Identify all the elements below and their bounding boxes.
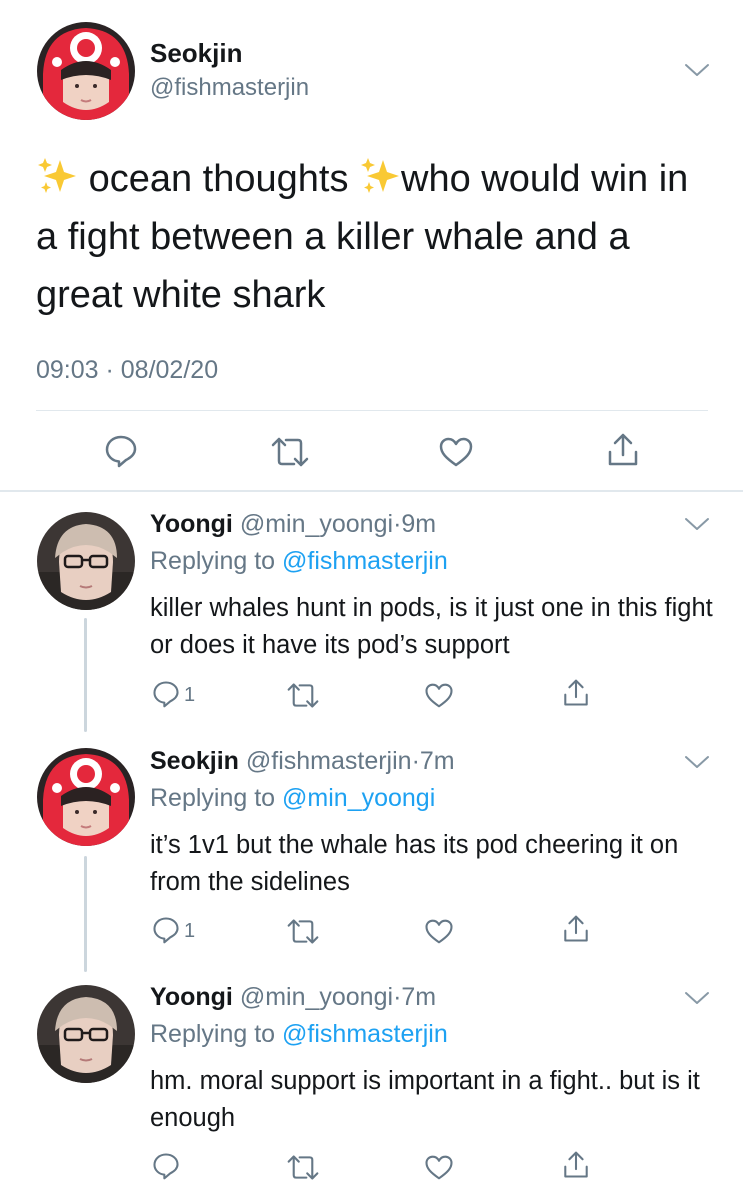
tweet-text-part1: ocean thoughts <box>88 158 349 200</box>
tweet-text: ocean thoughts who would win in a fight … <box>36 150 716 324</box>
avatar-seokjin[interactable] <box>37 748 135 846</box>
chevron-down-icon[interactable] <box>684 990 710 1006</box>
avatar-seokjin[interactable] <box>37 22 135 120</box>
chevron-down-icon[interactable] <box>684 754 710 770</box>
like-icon[interactable] <box>424 682 454 709</box>
replying-handle-link[interactable]: @fishmasterjin <box>282 547 448 575</box>
sparkles-icon <box>359 155 401 195</box>
reply-text: it’s 1v1 but the whale has its pod cheer… <box>150 831 679 896</box>
sparkles-icon <box>36 155 78 195</box>
reply-author-name[interactable]: Yoongi <box>150 983 233 1011</box>
author-handle[interactable]: @fishmasterjin <box>150 74 309 102</box>
reply-author-handle[interactable]: @min_yoongi <box>240 510 393 538</box>
author-name[interactable]: Seokjin <box>150 38 242 69</box>
replying-to: Replying to @fishmasterjin <box>150 1020 448 1049</box>
separator-dot: · <box>411 747 420 775</box>
reply-icon[interactable] <box>152 1152 180 1180</box>
retweet-icon[interactable] <box>286 918 320 945</box>
avatar-yoongi[interactable] <box>37 512 135 610</box>
tweet-timestamp[interactable]: 09:03 · 08/02/20 <box>36 356 218 385</box>
reply-header: Yoongi @min_yoongi·9m <box>150 510 436 539</box>
reply-text: hm. moral support is important in a figh… <box>150 1067 700 1132</box>
reply-header: Yoongi @min_yoongi·7m <box>150 983 436 1012</box>
chevron-down-icon[interactable] <box>684 516 710 532</box>
retweet-icon[interactable] <box>286 682 320 709</box>
share-icon[interactable] <box>606 432 640 468</box>
replying-to: Replying to @min_yoongi <box>150 784 435 813</box>
retweet-icon[interactable] <box>286 1154 320 1181</box>
replying-to: Replying to @fishmasterjin <box>150 547 448 576</box>
share-icon[interactable] <box>562 678 590 708</box>
reply-time[interactable]: 9m <box>401 510 436 538</box>
avatar-yoongi[interactable] <box>37 985 135 1083</box>
reply-time[interactable]: 7m <box>420 747 455 775</box>
reply-author-name[interactable]: Seokjin <box>150 747 239 775</box>
share-icon[interactable] <box>562 914 590 944</box>
thread-line <box>84 856 87 972</box>
reply-count: 1 <box>184 684 196 706</box>
reply-header: Seokjin @fishmasterjin·7m <box>150 747 455 776</box>
reply-author-handle[interactable]: @min_yoongi <box>240 983 393 1011</box>
reply-icon[interactable] <box>152 916 180 944</box>
reply-author-handle[interactable]: @fishmasterjin <box>246 747 412 775</box>
reply-author-name[interactable]: Yoongi <box>150 510 233 538</box>
divider <box>36 410 708 411</box>
share-icon[interactable] <box>562 1150 590 1180</box>
replying-handle-link[interactable]: @min_yoongi <box>282 784 435 812</box>
replying-prefix: Replying to <box>150 784 276 812</box>
reply-time[interactable]: 7m <box>401 983 436 1011</box>
reply-count: 1 <box>184 920 196 942</box>
reply-text: killer whales hunt in pods, is it just o… <box>150 594 713 659</box>
like-icon[interactable] <box>438 436 474 468</box>
replying-prefix: Replying to <box>150 1020 276 1048</box>
chevron-down-icon[interactable] <box>684 62 710 78</box>
retweet-icon[interactable] <box>270 436 310 468</box>
replying-handle-link[interactable]: @fishmasterjin <box>282 1020 448 1048</box>
thread-line <box>84 618 87 732</box>
replying-prefix: Replying to <box>150 547 276 575</box>
section-divider <box>0 490 743 492</box>
like-icon[interactable] <box>424 1154 454 1181</box>
reply-icon[interactable] <box>152 680 180 708</box>
like-icon[interactable] <box>424 918 454 945</box>
reply-icon[interactable] <box>104 434 138 468</box>
